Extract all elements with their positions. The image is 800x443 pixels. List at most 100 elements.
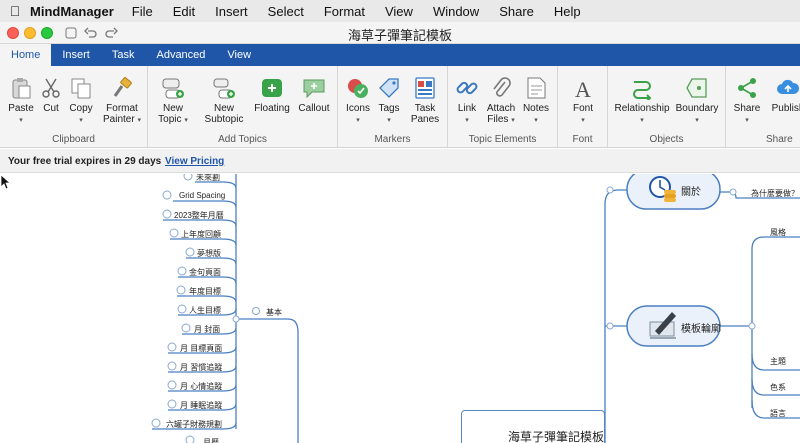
publish-button[interactable]: Publish — [768, 76, 800, 114]
menu-select[interactable]: Select — [268, 4, 304, 19]
objects-group-label: Objects — [649, 134, 684, 145]
mouse-cursor-icon — [0, 174, 12, 190]
apple-menu-icon[interactable]:  — [0, 3, 30, 19]
relationship-icon — [633, 81, 652, 100]
boundary-icon — [686, 78, 707, 98]
tab-insert[interactable]: Insert — [51, 44, 101, 66]
topic-label[interactable]: Grid Spacing — [179, 191, 225, 200]
topic-label[interactable]: 夢想版 — [197, 248, 221, 259]
clipboard-group: Paste ▾ Cut Copy ▾ Format Painter ▾ Clipboa… — [0, 66, 148, 148]
svg-text:A: A — [575, 77, 591, 100]
clipboard-group-label: Clipboard — [52, 134, 95, 145]
tab-view[interactable]: View — [216, 44, 262, 66]
floating-topic-icon — [262, 79, 282, 97]
menu-help[interactable]: Help — [554, 4, 581, 19]
marker-icons-icon — [348, 79, 368, 98]
task-panes-icon — [415, 77, 435, 99]
font-group: A Font ▾ Font — [558, 66, 608, 148]
share-group-label: Share — [766, 134, 793, 145]
topic-label[interactable]: 月 睡眠追蹤 — [180, 400, 222, 411]
markers-group: Icons ▾ Tags ▾ Task Panes Markers — [338, 66, 448, 148]
notes-icon — [527, 77, 546, 99]
menu-edit[interactable]: Edit — [173, 4, 195, 19]
relationship-button[interactable]: Relationship ▾ — [614, 76, 670, 126]
menu-format[interactable]: Format — [324, 4, 365, 19]
window-title: 海草子彈筆記模板 — [347, 28, 452, 43]
new-subtopic-icon — [213, 78, 235, 99]
cut-button[interactable]: Cut — [38, 76, 64, 114]
paste-icon — [12, 78, 31, 99]
tab-advanced[interactable]: Advanced — [145, 44, 216, 66]
topic-elements-group: Link ▾ Attach Files ▾ Notes ▾ Topic Element… — [448, 66, 558, 148]
topic-label[interactable]: 月 習慣追蹤 — [180, 362, 222, 373]
topic-label[interactable]: 六罐子財務規劃 — [166, 419, 222, 430]
topic-label[interactable]: 月 目標頁面 — [180, 343, 222, 354]
objects-group: Relationship ▾ Boundary ▾ Objects — [608, 66, 726, 148]
task-panes-button[interactable]: Task Panes — [408, 76, 442, 125]
scissors-icon — [42, 78, 60, 98]
menu-share[interactable]: Share — [499, 4, 534, 19]
markers-group-label: Markers — [374, 134, 411, 145]
map-canvas[interactable]: 未來劃 Grid Spacing 2023整年月曆 上年度回顧 夢想版 金句頁面… — [0, 174, 800, 443]
topic-label[interactable]: 月 封面 — [194, 324, 220, 335]
tab-task[interactable]: Task — [101, 44, 146, 66]
branch-label-basic[interactable]: 基本 — [266, 307, 282, 318]
share-icon — [738, 78, 756, 98]
font-button[interactable]: A Font ▾ — [566, 76, 600, 126]
new-topic-icon — [162, 78, 184, 99]
topic-label[interactable]: 金句頁面 — [189, 267, 221, 278]
add-topics-group: New Topic ▾ New Subtopic Floating Callout … — [148, 66, 338, 148]
callout-icon — [303, 79, 325, 99]
new-subtopic-button[interactable]: New Subtopic — [202, 76, 246, 125]
menu-file[interactable]: File — [132, 4, 153, 19]
copy-button[interactable]: Copy ▾ — [66, 76, 96, 126]
language-topic-label[interactable]: 語言 — [770, 408, 786, 419]
menu-insert[interactable]: Insert — [215, 4, 248, 19]
callout-button[interactable]: Callout — [296, 76, 332, 114]
share-button[interactable]: Share ▾ — [732, 76, 762, 126]
why-topic-label[interactable]: 為什麼要做？ — [751, 188, 799, 199]
floating-button[interactable]: Floating — [252, 76, 292, 114]
trial-banner: Your free trial expires in 29 days View … — [0, 149, 800, 173]
add-topics-group-label: Add Topics — [218, 134, 267, 145]
tab-home[interactable]: Home — [0, 44, 52, 66]
font-group-label: Font — [572, 134, 593, 145]
topic-label[interactable]: 2023整年月曆 — [174, 210, 224, 221]
color-topic-label[interactable]: 色系 — [770, 382, 786, 393]
topic-label[interactable]: 未來劃 — [196, 174, 220, 183]
topic-label[interactable]: 年度目標 — [189, 286, 221, 297]
paintbrush-icon — [113, 77, 132, 97]
tags-button[interactable]: Tags ▾ — [374, 76, 404, 126]
paperclip-icon — [493, 77, 511, 97]
app-menu[interactable]: MindManager — [30, 4, 114, 19]
template-topic-label[interactable]: 模板輪廓 — [681, 320, 721, 335]
paste-button[interactable]: Paste ▾ — [6, 76, 36, 126]
central-topic-label: 海草子彈筆記模板 — [508, 430, 605, 443]
topic-label[interactable]: 月 心情追蹤 — [180, 381, 222, 392]
link-button[interactable]: Link ▾ — [452, 76, 482, 126]
cloud-publish-icon — [777, 79, 800, 94]
attach-files-button[interactable]: Attach Files ▾ — [484, 76, 518, 126]
menu-view[interactable]: View — [385, 4, 413, 19]
boundary-button[interactable]: Boundary ▾ — [674, 76, 720, 126]
share-group: Share▾ Publish Share — [726, 66, 800, 148]
menu-window[interactable]: Window — [433, 4, 479, 19]
ribbon: Paste ▾ Cut Copy ▾ Format Painter ▾ Clipboa… — [0, 66, 800, 148]
tag-icon — [379, 78, 399, 98]
copy-icon — [71, 78, 91, 99]
topic-label[interactable]: 人生目標 — [189, 305, 221, 316]
map-connectors — [151, 174, 800, 443]
about-topic-label[interactable]: 關於 — [681, 183, 701, 198]
theme-topic-label[interactable]: 主題 — [770, 356, 786, 367]
macos-menu-bar:  MindManager File Edit Insert Select Fo… — [0, 0, 800, 22]
window-title-bar: 海草子彈筆記模板 — [0, 22, 800, 44]
topic-label[interactable]: 上年度回顧 — [181, 229, 221, 240]
format-painter-button[interactable]: Format Painter ▾ — [100, 76, 144, 126]
topic-label[interactable]: 月曆 — [203, 437, 219, 443]
link-icon — [456, 81, 478, 95]
style-topic-label[interactable]: 風格 — [770, 227, 786, 238]
view-pricing-link[interactable]: View Pricing — [165, 156, 224, 167]
new-topic-button[interactable]: New Topic ▾ — [156, 76, 190, 126]
notes-button[interactable]: Notes ▾ — [520, 76, 552, 126]
icons-button[interactable]: Icons ▾ — [342, 76, 374, 126]
